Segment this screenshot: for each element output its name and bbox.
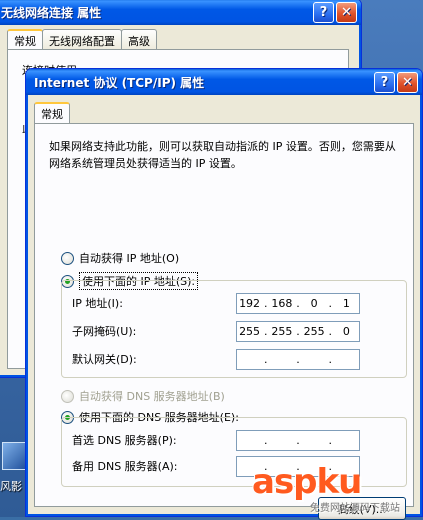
- back-window-titlebar[interactable]: 无线网络连接 属性 ? ✕: [0, 0, 361, 25]
- auto-dns-option[interactable]: 自动获得 DNS 服务器地址(B): [61, 388, 225, 404]
- description-text: 如果网络支持此功能，则可以获取自动指派的 IP 设置。否则，您需要从网络系统管理…: [49, 140, 396, 170]
- ip-octet: 192: [239, 297, 261, 310]
- auto-dns-radio[interactable]: [61, 389, 74, 403]
- dialog-help-button[interactable]: ?: [374, 72, 395, 93]
- gateway-label: 默认网关(D):: [72, 353, 137, 366]
- auto-dns-label: 自动获得 DNS 服务器地址(B): [79, 390, 225, 403]
- back-window-title: 无线网络连接 属性: [1, 5, 102, 20]
- dialog-body: 如果网络支持此功能，则可以获取自动指派的 IP 设置。否则，您需要从网络系统管理…: [34, 123, 414, 520]
- alternate-dns-label: 备用 DNS 服务器(A):: [72, 460, 178, 473]
- back-window-controls: ? ✕: [313, 2, 357, 23]
- desktop-shortcut-label: 风影: [0, 480, 22, 493]
- auto-ip-radio[interactable]: [61, 251, 74, 265]
- ip-address-label: IP 地址(I):: [72, 297, 123, 310]
- dialog-title: Internet 协议 (TCP/IP) 属性: [34, 75, 205, 90]
- ip-address-input[interactable]: 192. 168. 0. 1: [236, 293, 360, 314]
- dialog-titlebar[interactable]: Internet 协议 (TCP/IP) 属性 ? ✕: [26, 69, 422, 95]
- ip-octet: 168: [271, 297, 293, 310]
- subnet-mask-input[interactable]: 255. 255. 255. 0: [236, 321, 360, 342]
- mask-octet: 255: [303, 325, 325, 338]
- watermark-subtitle: 免费网站源码下载站: [310, 503, 400, 514]
- ip-group: IP 地址(I): 192. 168. 0. 1 子网掩码(U): 255. 2…: [61, 280, 407, 378]
- dialog-close-button[interactable]: ✕: [397, 72, 418, 93]
- preferred-dns-input[interactable]: . . .: [236, 430, 360, 451]
- dialog-tabs: 常规: [34, 102, 70, 125]
- tcpip-properties-dialog: Internet 协议 (TCP/IP) 属性 ? ✕ 常规 如果网络支持此功能…: [25, 68, 423, 520]
- auto-ip-label: 自动获得 IP 地址(O): [79, 252, 180, 265]
- close-button[interactable]: ✕: [336, 2, 357, 23]
- tab-general[interactable]: 常规: [34, 102, 70, 125]
- mask-octet: 0: [342, 325, 350, 338]
- preferred-dns-label: 首选 DNS 服务器(P):: [72, 434, 177, 447]
- auto-ip-option[interactable]: 自动获得 IP 地址(O): [61, 250, 179, 266]
- dialog-controls: ? ✕: [374, 72, 418, 93]
- mask-octet: 255: [239, 325, 261, 338]
- gateway-input[interactable]: . . .: [236, 349, 360, 370]
- help-button[interactable]: ?: [313, 2, 334, 23]
- ip-octet: 1: [342, 297, 350, 310]
- mask-octet: 255: [271, 325, 293, 338]
- watermark-logo: aspku: [252, 462, 362, 502]
- subnet-mask-label: 子网掩码(U):: [72, 325, 137, 338]
- ip-octet: 0: [310, 297, 318, 310]
